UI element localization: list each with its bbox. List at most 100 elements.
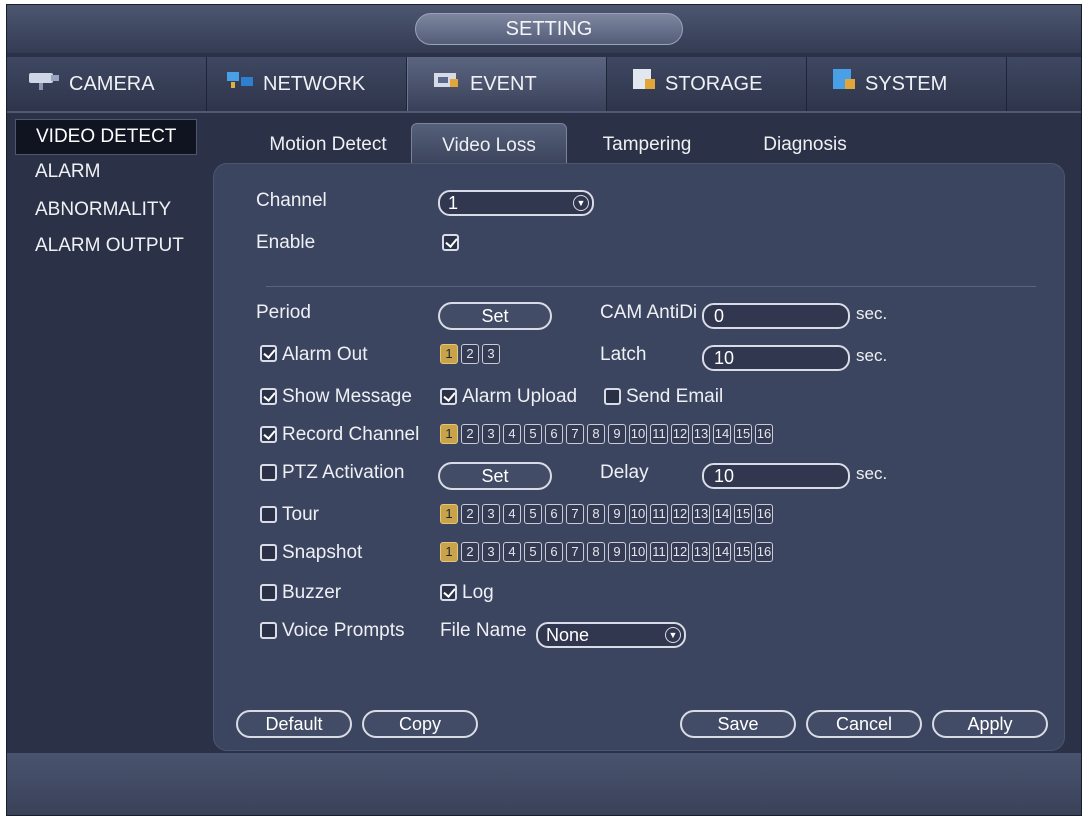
tour-channel-7[interactable]: 7 — [566, 504, 584, 524]
alarm-upload-checkbox[interactable] — [440, 388, 457, 405]
tab-storage-label: STORAGE — [665, 73, 763, 95]
tab-event[interactable]: EVENT — [407, 57, 607, 111]
log-checkbox[interactable] — [440, 584, 457, 601]
alarm-out-checkbox[interactable] — [260, 345, 277, 362]
alarm-out-3[interactable]: 3 — [482, 344, 500, 364]
tour-channel-10[interactable]: 10 — [629, 504, 647, 524]
tour-checkbox[interactable] — [260, 506, 277, 523]
tour-channel-3[interactable]: 3 — [482, 504, 500, 524]
record-channel-7[interactable]: 7 — [566, 424, 584, 444]
tour-channel-4[interactable]: 4 — [503, 504, 521, 524]
enable-checkbox[interactable] — [442, 234, 459, 251]
snapshot-channel-14[interactable]: 14 — [713, 542, 731, 562]
tour-channel-6[interactable]: 6 — [545, 504, 563, 524]
tour-channel-2[interactable]: 2 — [461, 504, 479, 524]
snapshot-channel-2[interactable]: 2 — [461, 542, 479, 562]
ptz-activation-checkbox[interactable] — [260, 464, 277, 481]
file-name-select[interactable]: None ▼ — [536, 622, 686, 648]
tab-event-label: EVENT — [470, 73, 537, 95]
buzzer-checkbox[interactable] — [260, 584, 277, 601]
record-channel-3[interactable]: 3 — [482, 424, 500, 444]
sidebar-item-abnormality[interactable]: ABNORMALITY — [15, 193, 195, 227]
subtab-diagnosis[interactable]: Diagnosis — [737, 123, 873, 165]
record-channel-13[interactable]: 13 — [692, 424, 710, 444]
tour-channel-9[interactable]: 9 — [608, 504, 626, 524]
snapshot-channel-11[interactable]: 11 — [650, 542, 668, 562]
snapshot-channel-15[interactable]: 15 — [734, 542, 752, 562]
tab-storage[interactable]: STORAGE — [607, 57, 807, 111]
record-channel-12[interactable]: 12 — [671, 424, 689, 444]
camera-icon — [27, 58, 61, 112]
delay-input[interactable]: 10 — [702, 463, 850, 489]
record-channel-9[interactable]: 9 — [608, 424, 626, 444]
tour-channel-13[interactable]: 13 — [692, 504, 710, 524]
record-channel-6[interactable]: 6 — [545, 424, 563, 444]
record-channel-8[interactable]: 8 — [587, 424, 605, 444]
subtab-video-loss[interactable]: Video Loss — [411, 123, 567, 165]
tour-channel-11[interactable]: 11 — [650, 504, 668, 524]
apply-button[interactable]: Apply — [932, 710, 1048, 738]
tour-channel-16[interactable]: 16 — [755, 504, 773, 524]
copy-button[interactable]: Copy — [362, 710, 478, 738]
tab-system[interactable]: SYSTEM — [807, 57, 1007, 111]
latch-input[interactable]: 10 — [702, 345, 850, 371]
send-email-label: Send Email — [626, 386, 724, 407]
show-message-checkbox[interactable] — [260, 388, 277, 405]
cancel-button[interactable]: Cancel — [806, 710, 922, 738]
record-channel-2[interactable]: 2 — [461, 424, 479, 444]
record-channel-5[interactable]: 5 — [524, 424, 542, 444]
cam-antidither-unit: sec. — [856, 304, 888, 323]
ptz-set-button[interactable]: Set — [438, 462, 552, 490]
snapshot-checkbox[interactable] — [260, 544, 277, 561]
sidebar-item-alarm-output[interactable]: ALARM OUTPUT — [15, 229, 195, 263]
snapshot-channel-10[interactable]: 10 — [629, 542, 647, 562]
record-channel-10[interactable]: 10 — [629, 424, 647, 444]
snapshot-channel-6[interactable]: 6 — [545, 542, 563, 562]
record-channel-11[interactable]: 11 — [650, 424, 668, 444]
period-label: Period — [256, 302, 311, 323]
snapshot-channel-13[interactable]: 13 — [692, 542, 710, 562]
snapshot-channel-3[interactable]: 3 — [482, 542, 500, 562]
voice-prompts-checkbox[interactable] — [260, 622, 277, 639]
tab-camera[interactable]: CAMERA — [7, 57, 207, 111]
send-email-checkbox[interactable] — [604, 388, 621, 405]
snapshot-channel-12[interactable]: 12 — [671, 542, 689, 562]
save-button[interactable]: Save — [680, 710, 796, 738]
record-channel-1[interactable]: 1 — [440, 424, 458, 444]
tour-channel-5[interactable]: 5 — [524, 504, 542, 524]
tour-channel-12[interactable]: 12 — [671, 504, 689, 524]
snapshot-channel-9[interactable]: 9 — [608, 542, 626, 562]
sidebar-item-video-detect[interactable]: VIDEO DETECT — [15, 119, 197, 155]
voice-prompts-label: Voice Prompts — [282, 620, 405, 641]
alarm-out-1[interactable]: 1 — [440, 344, 458, 364]
snapshot-channel-8[interactable]: 8 — [587, 542, 605, 562]
snapshot-channel-1[interactable]: 1 — [440, 542, 458, 562]
settings-window: SETTING CAMERA NETWORK EVENT STORAGE SYS… — [6, 4, 1082, 816]
tour-channel-15[interactable]: 15 — [734, 504, 752, 524]
snapshot-channel-7[interactable]: 7 — [566, 542, 584, 562]
snapshot-channel-5[interactable]: 5 — [524, 542, 542, 562]
sidebar-item-alarm[interactable]: ALARM — [15, 155, 195, 189]
default-button[interactable]: Default — [236, 710, 352, 738]
alarm-out-label: Alarm Out — [282, 344, 368, 365]
record-channel-4[interactable]: 4 — [503, 424, 521, 444]
record-channel-14[interactable]: 14 — [713, 424, 731, 444]
alarm-out-2[interactable]: 2 — [461, 344, 479, 364]
tour-channel-1[interactable]: 1 — [440, 504, 458, 524]
tour-channel-14[interactable]: 14 — [713, 504, 731, 524]
subtab-motion-detect[interactable]: Motion Detect — [257, 123, 399, 165]
period-set-button[interactable]: Set — [438, 302, 552, 330]
channel-select[interactable]: 1 ▼ — [438, 190, 594, 216]
tour-channel-8[interactable]: 8 — [587, 504, 605, 524]
cam-antidither-label: CAM AntiDi — [600, 302, 698, 323]
tab-network[interactable]: NETWORK — [207, 57, 407, 111]
record-channel-16[interactable]: 16 — [755, 424, 773, 444]
snapshot-label: Snapshot — [282, 542, 363, 563]
delay-unit: sec. — [856, 464, 888, 483]
subtab-tampering[interactable]: Tampering — [579, 123, 715, 165]
record-channel-checkbox[interactable] — [260, 426, 277, 443]
record-channel-15[interactable]: 15 — [734, 424, 752, 444]
snapshot-channel-16[interactable]: 16 — [755, 542, 773, 562]
cam-antidither-input[interactable]: 0 — [702, 303, 850, 329]
snapshot-channel-4[interactable]: 4 — [503, 542, 521, 562]
